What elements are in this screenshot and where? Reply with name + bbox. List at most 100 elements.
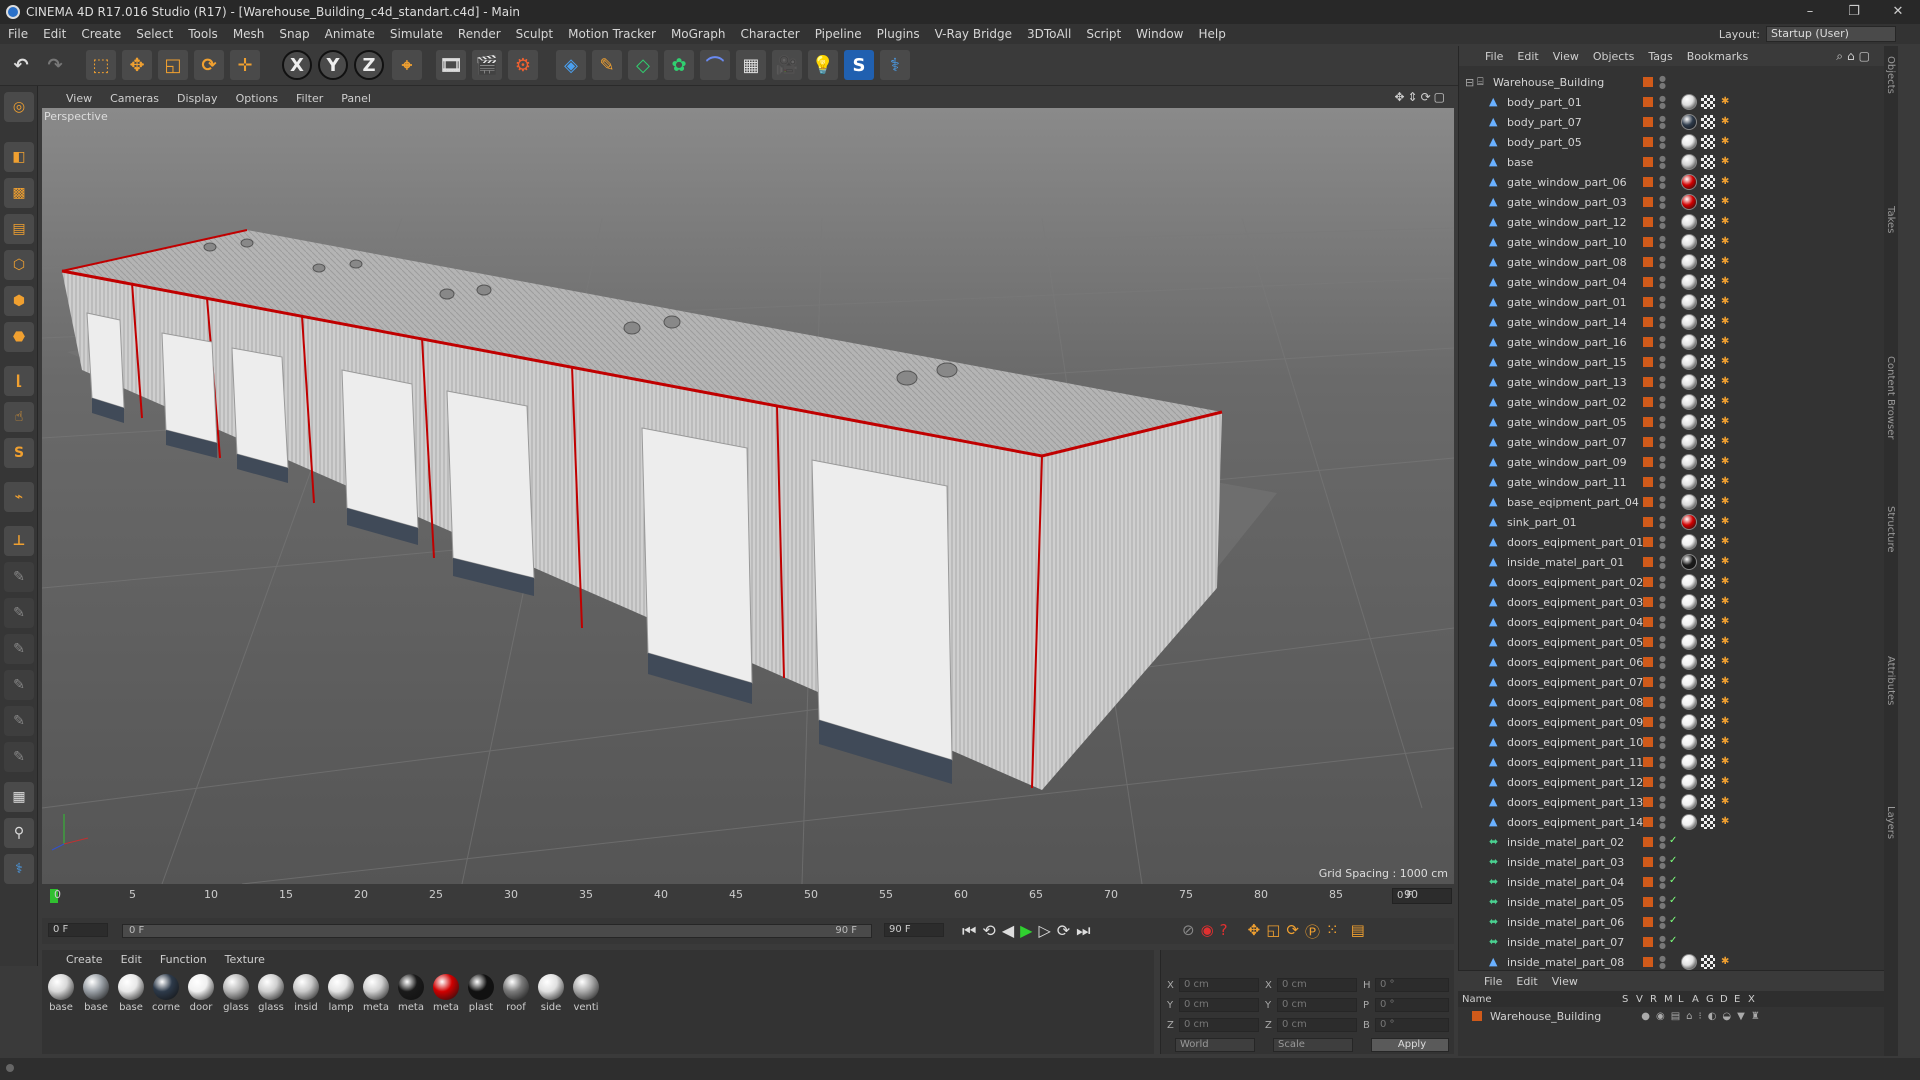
material-tag-icon[interactable] bbox=[1681, 694, 1697, 710]
visibility-dots[interactable]: ● ● bbox=[1659, 475, 1666, 490]
uv-tag-icon[interactable] bbox=[1701, 375, 1715, 389]
uv-tag-icon[interactable] bbox=[1701, 395, 1715, 409]
object-row[interactable]: ▲ doors_eqipment_part_01 ● ● ✱ bbox=[1459, 532, 1884, 552]
uv-tag-icon[interactable] bbox=[1701, 215, 1715, 229]
material-menu-texture[interactable]: Texture bbox=[225, 953, 265, 966]
layer-color-swatch[interactable] bbox=[1643, 837, 1653, 847]
viewport-perspective[interactable]: View Cameras Display Options Filter Panel ✥⇕⟳… bbox=[42, 88, 1454, 884]
object-row[interactable]: ▲ gate_window_part_14 ● ● ✱ bbox=[1459, 312, 1884, 332]
object-row[interactable]: ▲ gate_window_part_10 ● ● ✱ bbox=[1459, 232, 1884, 252]
maximize-button[interactable]: ❐ bbox=[1832, 0, 1876, 24]
object-row[interactable]: ▲ doors_eqipment_part_13 ● ● ✱ bbox=[1459, 792, 1884, 812]
layer-color-swatch[interactable] bbox=[1643, 737, 1653, 747]
layer-color-swatch[interactable] bbox=[1643, 937, 1653, 947]
snapping-icon[interactable]: S bbox=[4, 438, 34, 468]
material-swatch[interactable]: base bbox=[116, 974, 146, 1013]
texture-mode-icon[interactable]: ▩ bbox=[4, 178, 34, 208]
render-settings-icon[interactable]: ⚙ bbox=[508, 50, 538, 80]
enabled-check-icon[interactable]: ✓ bbox=[1669, 835, 1677, 846]
object-row[interactable]: ▲ gate_window_part_15 ● ● ✱ bbox=[1459, 352, 1884, 372]
material-tag-icon[interactable] bbox=[1681, 334, 1697, 350]
object-menu-tags[interactable]: Tags bbox=[1648, 50, 1672, 63]
uv-tag-icon[interactable] bbox=[1701, 735, 1715, 749]
visibility-dots[interactable]: ● ● bbox=[1659, 335, 1666, 350]
visibility-dots[interactable]: ● ● bbox=[1659, 935, 1666, 950]
material-swatch[interactable]: corne bbox=[151, 974, 181, 1013]
layer-color-swatch[interactable] bbox=[1643, 697, 1653, 707]
layer-color-swatch[interactable] bbox=[1643, 357, 1653, 367]
object-menu-edit[interactable]: Edit bbox=[1517, 50, 1538, 63]
uv-tag-icon[interactable] bbox=[1701, 235, 1715, 249]
object-row[interactable]: ⬌ inside_matel_part_04 ● ● ✓ bbox=[1459, 872, 1884, 892]
minimize-button[interactable]: – bbox=[1788, 0, 1832, 24]
visibility-dots[interactable]: ● ● bbox=[1659, 795, 1666, 810]
phong-tag-icon[interactable]: ✱ bbox=[1721, 116, 1729, 127]
visibility-dots[interactable]: ● ● bbox=[1659, 255, 1666, 270]
layer-header-a[interactable]: A bbox=[1692, 994, 1706, 1005]
viewport-navigation-icons[interactable]: ✥⇕⟳▢ bbox=[1394, 90, 1448, 104]
uv-tag-icon[interactable] bbox=[1701, 195, 1715, 209]
redo-icon[interactable]: ↷ bbox=[40, 50, 70, 80]
visibility-dots[interactable]: ● ● bbox=[1659, 455, 1666, 470]
previous-frame-icon[interactable]: ◀ bbox=[1002, 921, 1014, 941]
uv-tag-icon[interactable] bbox=[1701, 535, 1715, 549]
phong-tag-icon[interactable]: ✱ bbox=[1721, 336, 1729, 347]
visibility-dots[interactable]: ● ● bbox=[1659, 375, 1666, 390]
heading-field[interactable]: 0 ° bbox=[1375, 978, 1449, 992]
visibility-dots[interactable]: ● ● bbox=[1659, 575, 1666, 590]
phong-tag-icon[interactable]: ✱ bbox=[1721, 716, 1729, 727]
object-row[interactable]: ⬌ inside_matel_part_02 ● ● ✓ bbox=[1459, 832, 1884, 852]
layer-color-swatch[interactable] bbox=[1643, 437, 1653, 447]
point-level-icon[interactable]: ⁙ bbox=[1326, 921, 1339, 942]
workplane-icon[interactable]: ▤ bbox=[4, 214, 34, 244]
phong-tag-icon[interactable]: ✱ bbox=[1721, 216, 1729, 227]
uv-tag-icon[interactable] bbox=[1701, 575, 1715, 589]
make-editable-icon[interactable]: ◎ bbox=[4, 92, 34, 122]
enabled-check-icon[interactable]: ✓ bbox=[1669, 875, 1677, 886]
object-menu-view[interactable]: View bbox=[1553, 50, 1579, 63]
points-mode-icon[interactable]: ⬡ bbox=[4, 250, 34, 280]
next-key-icon[interactable]: ⟳ bbox=[1057, 921, 1070, 941]
edges-mode-icon[interactable]: ⬢ bbox=[4, 286, 34, 316]
material-tag-icon[interactable] bbox=[1681, 194, 1697, 210]
layer-menu-view[interactable]: View bbox=[1552, 975, 1578, 988]
collapse-icon[interactable]: ⊟ bbox=[1465, 76, 1474, 89]
enabled-check-icon[interactable]: ✓ bbox=[1669, 935, 1677, 946]
material-tag-icon[interactable] bbox=[1681, 94, 1697, 110]
material-swatch[interactable]: insid bbox=[291, 974, 321, 1013]
phong-tag-icon[interactable]: ✱ bbox=[1721, 256, 1729, 267]
uv-tag-icon[interactable] bbox=[1701, 315, 1715, 329]
sculpt-plugin-icon[interactable]: S bbox=[844, 50, 874, 80]
material-tag-icon[interactable] bbox=[1681, 514, 1697, 530]
object-menu-objects[interactable]: Objects bbox=[1593, 50, 1635, 63]
menu-item-window[interactable]: Window bbox=[1136, 27, 1183, 41]
y-size-field[interactable]: 0 cm bbox=[1277, 998, 1357, 1012]
layer-color-swatch[interactable] bbox=[1643, 217, 1653, 227]
uv-tag-icon[interactable] bbox=[1701, 695, 1715, 709]
timeline-window-icon[interactable]: ▤ bbox=[1351, 921, 1365, 942]
floor-icon[interactable]: ▦ bbox=[736, 50, 766, 80]
visibility-dots[interactable]: ● ● bbox=[1659, 675, 1666, 690]
object-row[interactable]: ⬌ inside_matel_part_07 ● ● ✓ bbox=[1459, 932, 1884, 952]
material-swatch[interactable]: meta bbox=[361, 974, 391, 1013]
layer-header-d[interactable]: D bbox=[1720, 994, 1734, 1005]
visibility-dots[interactable]: ● ● bbox=[1659, 635, 1666, 650]
layer-color-swatch[interactable] bbox=[1643, 917, 1653, 927]
layer-color-swatch[interactable] bbox=[1643, 617, 1653, 627]
object-row[interactable]: ▲ gate_window_part_08 ● ● ✱ bbox=[1459, 252, 1884, 272]
layer-color-icon[interactable] bbox=[1472, 1011, 1482, 1021]
phong-tag-icon[interactable]: ✱ bbox=[1721, 576, 1729, 587]
pen-spline-icon[interactable]: ✎ bbox=[592, 50, 622, 80]
phong-tag-icon[interactable]: ✱ bbox=[1721, 436, 1729, 447]
model-mode-icon[interactable]: ◧ bbox=[4, 142, 34, 172]
cloner-icon[interactable]: ✿ bbox=[664, 50, 694, 80]
object-row[interactable]: ▲ gate_window_part_16 ● ● ✱ bbox=[1459, 332, 1884, 352]
object-row[interactable]: ▲ sink_part_01 ● ● ✱ bbox=[1459, 512, 1884, 532]
visibility-dots[interactable]: ● ● bbox=[1659, 515, 1666, 530]
material-tag-icon[interactable] bbox=[1681, 154, 1697, 170]
timeline-ruler[interactable]: 0 F 0 5 10 15 20 25 30 35 40 45 50 55 60 65 70 75 80 85 90 bbox=[42, 886, 1454, 906]
layer-color-swatch[interactable] bbox=[1643, 757, 1653, 767]
layer-color-swatch[interactable] bbox=[1643, 857, 1653, 867]
material-swatch[interactable]: base bbox=[46, 974, 76, 1013]
grid-lock-icon[interactable]: ▦ bbox=[4, 782, 34, 812]
